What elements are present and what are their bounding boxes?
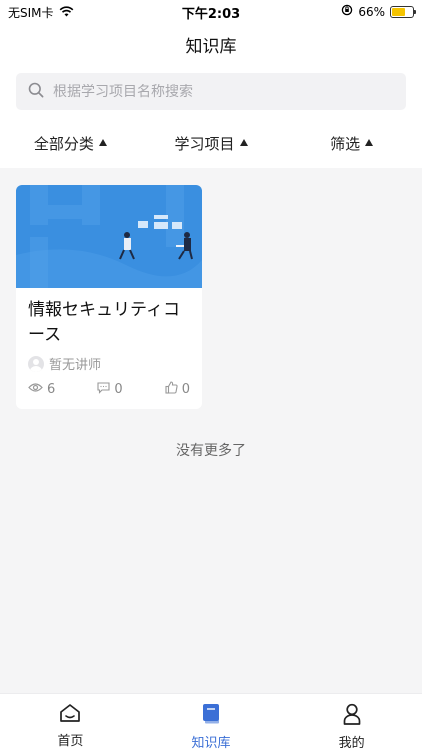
views-stat: 6 — [28, 381, 55, 398]
avatar-icon — [28, 355, 44, 372]
comments-stat: 0 — [97, 381, 123, 398]
tab-knowledge-base-label: 知识库 — [191, 736, 231, 750]
tab-knowledge-base[interactable]: 知识库 — [141, 694, 282, 750]
tab-profile[interactable]: 我的 — [281, 694, 422, 750]
filter-category[interactable]: 全部分类 — [0, 118, 141, 168]
eye-icon — [28, 382, 43, 397]
status-right: 66% — [341, 4, 416, 19]
navigation-bar: 知识库 — [0, 22, 422, 66]
triangle-up-icon — [365, 138, 374, 146]
course-author-name: 暂无讲师 — [49, 358, 102, 373]
battery-icon — [390, 5, 416, 18]
views-count: 6 — [47, 382, 56, 397]
comments-count: 0 — [114, 382, 123, 397]
filter-project-label: 学习项目 — [174, 134, 235, 153]
triangle-up-icon — [239, 138, 248, 146]
tab-profile-label: 我的 — [338, 736, 365, 750]
course-card[interactable]: 情報セキュリティコース 暂无讲师 6 0 0 — [16, 185, 202, 409]
battery-fill — [392, 7, 406, 16]
triangle-up-icon — [98, 138, 107, 146]
tab-bar: 首页 知识库 我的 — [0, 693, 422, 750]
home-icon — [59, 703, 81, 727]
course-stats: 6 0 0 — [28, 381, 190, 398]
likes-stat[interactable]: 0 — [165, 381, 190, 398]
search-section — [0, 66, 422, 118]
tab-home[interactable]: 首页 — [0, 694, 141, 750]
search-icon — [28, 82, 53, 102]
search-box[interactable] — [16, 73, 406, 110]
person-icon — [342, 703, 362, 729]
list-end-text: 没有更多了 — [176, 443, 246, 459]
page-title: 知识库 — [185, 37, 237, 57]
battery-percent: 66% — [358, 4, 385, 19]
likes-count: 0 — [181, 382, 190, 397]
thumbs-up-icon — [165, 381, 178, 398]
course-title: 情報セキュリティコース — [28, 300, 180, 345]
filter-bar: 全部分类 学习项目 筛选 — [0, 118, 422, 168]
filter-category-label: 全部分类 — [33, 134, 94, 153]
orientation-lock-icon — [341, 4, 353, 19]
filter-more-label: 筛选 — [330, 134, 361, 153]
filter-more[interactable]: 筛选 — [281, 118, 422, 168]
course-cover-image — [16, 185, 202, 288]
course-author: 暂无讲师 — [28, 354, 190, 373]
filter-project[interactable]: 学习项目 — [141, 118, 282, 168]
comment-icon — [97, 381, 110, 398]
search-input[interactable] — [53, 83, 383, 100]
book-icon — [201, 703, 221, 729]
tab-home-label: 首页 — [57, 734, 84, 749]
status-bar: 无SIM卡 下午2:03 66% — [0, 0, 422, 22]
